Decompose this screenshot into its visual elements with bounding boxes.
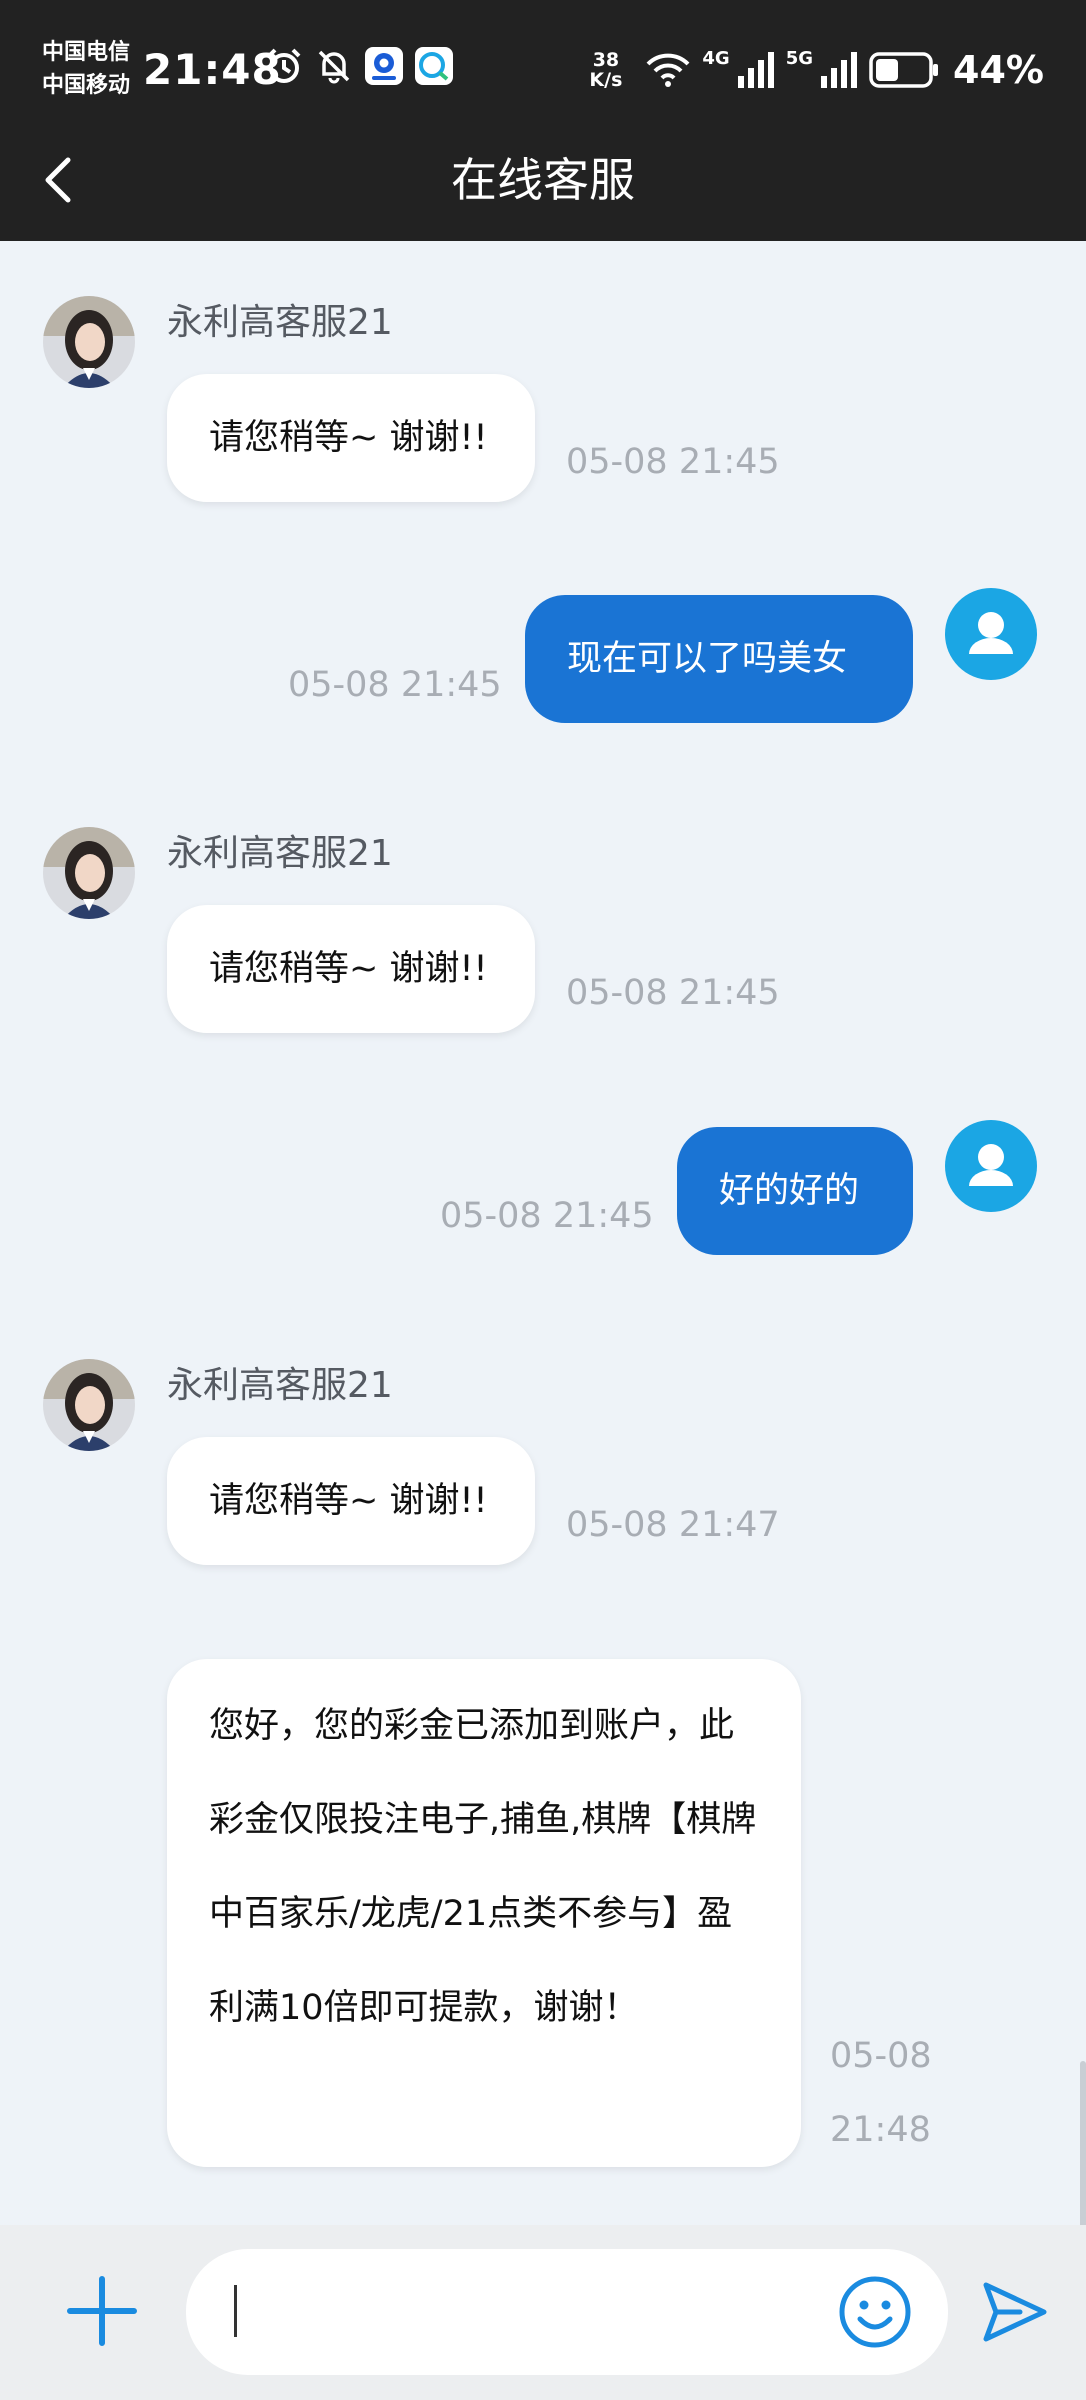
header: 在线客服 xyxy=(0,130,1086,230)
add-attachment-button[interactable] xyxy=(66,2275,138,2347)
carrier-1: 中国电信 xyxy=(42,40,131,65)
text-caret xyxy=(234,2285,237,2337)
chat-message-list[interactable]: 永利高客服21 请您稍等~ 谢谢!! 05-08 21:45 05-08 21:… xyxy=(0,241,1086,2225)
agent-photo-icon xyxy=(43,827,135,919)
carrier-labels: 中国电信 中国移动 xyxy=(42,36,130,102)
user-avatar xyxy=(945,588,1037,680)
emoji-button[interactable] xyxy=(838,2275,912,2349)
carrier-2: 中国移动 xyxy=(42,73,131,98)
incoming-message-bubble[interactable]: 请您稍等~ 谢谢!! xyxy=(167,374,535,502)
incoming-message-bubble[interactable]: 请您稍等~ 谢谢!! xyxy=(167,905,535,1033)
sender-name: 永利高客服21 xyxy=(167,833,393,874)
net-speed-unit: K/s xyxy=(589,69,623,91)
page-title: 在线客服 xyxy=(451,153,635,207)
mute-bell-icon xyxy=(318,50,350,84)
wifi-icon xyxy=(646,53,690,87)
agent-photo-icon xyxy=(43,1359,135,1451)
message-timestamp: 05-08 21:45 xyxy=(566,442,780,482)
net-speed-value: 38 xyxy=(592,49,620,71)
user-avatar xyxy=(945,1120,1037,1212)
signal-2-bars-icon xyxy=(821,52,858,88)
chat-scrollbar[interactable] xyxy=(1080,2061,1086,2225)
agent-avatar xyxy=(43,827,135,919)
send-button[interactable] xyxy=(980,2277,1050,2347)
incoming-message-bubble[interactable]: 您好，您的彩金已添加到账户，此彩金仅限投注电子,捕鱼,棋牌【棋牌中百家乐/龙虎/… xyxy=(167,1659,801,2167)
outgoing-message-bubble[interactable]: 好的好的 xyxy=(677,1127,913,1255)
chat-app-icon xyxy=(415,47,453,85)
status-clock: 21:48 xyxy=(143,45,282,94)
status-icons-left xyxy=(264,46,454,86)
message-input[interactable] xyxy=(186,2249,948,2375)
user-person-icon xyxy=(969,1144,1013,1186)
net-speed: 38 K/s xyxy=(589,50,622,90)
message-timestamp: 05-08 21:48 xyxy=(830,2036,932,2150)
user-person-icon xyxy=(969,612,1013,654)
top-bar: 中国电信 中国移动 21:48 38 K/s 4G 5G 44% 在线客服 xyxy=(0,0,1086,241)
sender-name: 永利高客服21 xyxy=(167,302,393,343)
outgoing-message-bubble[interactable]: 现在可以了吗美女 xyxy=(525,595,913,723)
agent-avatar xyxy=(43,1359,135,1451)
message-timestamp: 05-08 21:45 xyxy=(288,665,502,705)
battery-percent: 44% xyxy=(953,48,1044,92)
sender-name: 永利高客服21 xyxy=(167,1365,393,1406)
message-timestamp: 05-08 21:45 xyxy=(440,1196,654,1236)
signal-1-bars-icon xyxy=(737,52,774,88)
signal-2-label: 5G xyxy=(785,48,814,69)
alarm-icon xyxy=(267,48,301,83)
message-input-bar xyxy=(0,2225,1086,2400)
app-notification-icon xyxy=(365,47,403,85)
incoming-message-bubble[interactable]: 请您稍等~ 谢谢!! xyxy=(167,1437,535,1565)
battery-icon xyxy=(869,52,939,88)
status-icons-right: 38 K/s 4G 5G 44% xyxy=(589,42,1044,98)
signal-1-label: 4G xyxy=(702,48,730,69)
message-timestamp: 05-08 21:45 xyxy=(566,973,780,1013)
agent-avatar xyxy=(43,296,135,388)
agent-photo-icon xyxy=(43,296,135,388)
chat-screen: 中国电信 中国移动 21:48 38 K/s 4G 5G 44% 在线客服 永利… xyxy=(0,0,1086,2400)
message-timestamp: 05-08 21:47 xyxy=(566,1505,780,1545)
